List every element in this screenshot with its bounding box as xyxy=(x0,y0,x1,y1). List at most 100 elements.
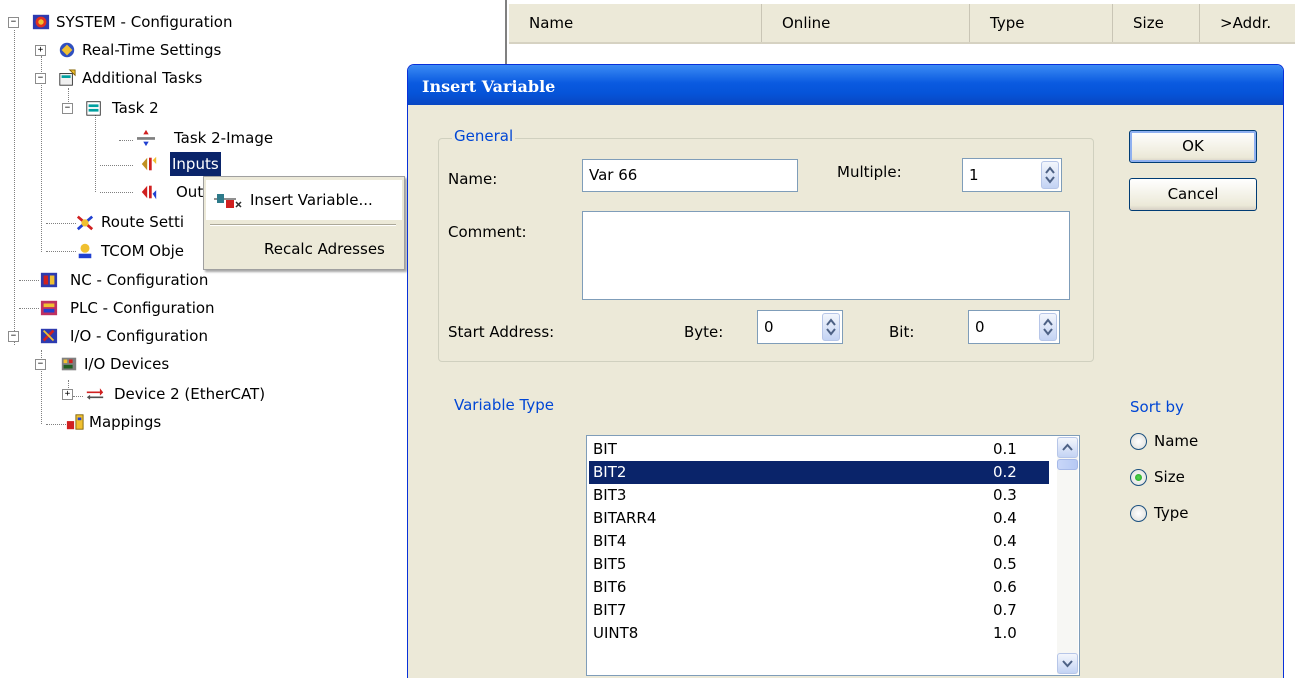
scroll-down-button[interactable] xyxy=(1057,653,1078,674)
list-item[interactable]: BIT 0.1 xyxy=(589,438,1049,461)
spin-arrows-icon[interactable] xyxy=(1041,161,1059,189)
column-header-name[interactable]: Name xyxy=(509,4,762,42)
type-name: BIT4 xyxy=(593,532,627,550)
tree-item-label: Inputs xyxy=(170,152,221,176)
comment-field[interactable] xyxy=(582,211,1070,300)
io-devices-icon xyxy=(61,357,77,371)
collapse-icon[interactable]: − xyxy=(8,331,19,342)
name-label: Name: xyxy=(448,170,498,188)
multiple-stepper[interactable]: 1 xyxy=(962,158,1062,192)
tree-item-label: NC - Configuration xyxy=(70,271,209,289)
menu-item-label: Insert Variable... xyxy=(250,191,373,209)
general-group-title: General xyxy=(452,127,516,145)
tree-item-outputs[interactable]: Out xyxy=(0,180,203,204)
tree-item-system-configuration[interactable]: − SYSTEM - Configuration xyxy=(0,10,300,34)
list-item[interactable]: BITARR4 0.4 xyxy=(589,507,1049,530)
list-item[interactable]: BIT6 0.6 xyxy=(589,576,1049,599)
bit-label: Bit: xyxy=(889,323,915,341)
type-name: BIT5 xyxy=(593,555,627,573)
column-header-size[interactable]: Size xyxy=(1113,4,1200,42)
ok-button[interactable]: OK xyxy=(1129,130,1257,163)
sort-by-name-option[interactable]: Name xyxy=(1130,430,1240,454)
list-item[interactable]: BIT3 0.3 xyxy=(589,484,1049,507)
cancel-button[interactable]: Cancel xyxy=(1129,178,1257,211)
tree-item-inputs[interactable]: Inputs xyxy=(0,152,300,176)
byte-stepper[interactable]: 0 xyxy=(757,310,843,344)
type-size: 0.1 xyxy=(993,440,1017,458)
dialog-title[interactable]: Insert Variable xyxy=(408,65,1283,105)
type-name: BIT7 xyxy=(593,601,627,619)
expand-icon[interactable]: + xyxy=(35,45,46,56)
tree-item-io-configuration[interactable]: − I/O - Configuration xyxy=(0,324,300,348)
menu-item-recalc-adresses[interactable]: Recalc Adresses xyxy=(206,229,402,269)
realtime-settings-icon xyxy=(59,42,75,58)
ethercat-device-icon xyxy=(86,388,104,400)
task-image-icon xyxy=(137,129,155,147)
bit-value: 0 xyxy=(975,318,985,336)
tree-item-task-2[interactable]: − Task 2 xyxy=(0,96,300,120)
tree-item-realtime-settings[interactable]: + Real-Time Settings xyxy=(0,38,300,62)
list-item[interactable]: BIT4 0.4 xyxy=(589,530,1049,553)
tree-item-mappings[interactable]: Mappings xyxy=(0,410,300,434)
list-item[interactable]: UINT8 1.0 xyxy=(589,622,1049,645)
variable-type-title: Variable Type xyxy=(452,396,556,414)
radio-button-selected[interactable] xyxy=(1130,469,1147,486)
expand-icon[interactable]: + xyxy=(62,389,73,400)
list-item-selected[interactable]: BIT2 0.2 xyxy=(589,461,1049,484)
list-item[interactable]: BIT5 0.5 xyxy=(589,553,1049,576)
spin-arrows-icon[interactable] xyxy=(1039,313,1057,341)
tree-item-additional-tasks[interactable]: − Additional Tasks xyxy=(0,66,300,90)
bit-stepper[interactable]: 0 xyxy=(968,310,1060,344)
tree-item-label: I/O - Configuration xyxy=(70,327,208,345)
sort-by-type-option[interactable]: Type xyxy=(1130,502,1240,526)
tree-item-io-devices[interactable]: − I/O Devices xyxy=(0,352,300,376)
scroll-up-button[interactable] xyxy=(1057,437,1078,458)
radio-label: Name xyxy=(1154,432,1199,450)
tree-item-device-2-ethercat[interactable]: + Device 2 (EtherCAT) xyxy=(0,382,340,406)
tree-item-label: SYSTEM - Configuration xyxy=(56,13,233,31)
tree-item-tcom-objects[interactable]: TCOM Obje xyxy=(0,239,200,263)
radio-button[interactable] xyxy=(1130,433,1147,450)
task-icon xyxy=(86,101,101,116)
scroll-thumb[interactable] xyxy=(1057,459,1078,470)
sort-by-title: Sort by xyxy=(1130,398,1184,416)
type-size: 1.0 xyxy=(993,624,1017,642)
dialog-body: General Name: Var 66 Multiple: 1 Comment… xyxy=(412,105,1279,678)
type-size: 0.7 xyxy=(993,601,1017,619)
nc-config-icon xyxy=(40,272,58,288)
spin-arrows-icon[interactable] xyxy=(822,313,840,341)
sort-by-size-option[interactable]: Size xyxy=(1130,466,1240,490)
multiple-label: Multiple: xyxy=(837,163,902,181)
menu-item-insert-variable[interactable]: Insert Variable... xyxy=(206,180,402,220)
collapse-icon[interactable]: − xyxy=(35,73,46,84)
tree-item-route-settings[interactable]: Route Setti xyxy=(0,210,200,234)
tree-item-nc-configuration[interactable]: NC - Configuration xyxy=(0,268,300,292)
radio-button[interactable] xyxy=(1130,505,1147,522)
name-field[interactable]: Var 66 xyxy=(582,159,798,192)
inputs-icon xyxy=(141,156,157,171)
tree-item-label: Route Setti xyxy=(101,213,184,231)
type-name: UINT8 xyxy=(593,624,639,642)
menu-item-label: Recalc Adresses xyxy=(264,240,385,258)
mappings-icon xyxy=(66,414,84,430)
list-item[interactable]: BIT7 0.7 xyxy=(589,599,1049,622)
variable-type-list[interactable]: BIT 0.1 BIT2 0.2 BIT3 0.3 BITARR4 0.4 BIT4 0.… xyxy=(586,435,1080,676)
route-settings-icon xyxy=(76,215,94,231)
io-config-icon xyxy=(40,328,58,344)
system-config-icon xyxy=(32,14,50,30)
collapse-icon[interactable]: − xyxy=(35,359,46,370)
collapse-icon[interactable]: − xyxy=(8,17,19,28)
tree-item-task-2-image[interactable]: Task 2-Image xyxy=(0,126,300,150)
column-header-type[interactable]: Type xyxy=(970,4,1113,42)
tree-item-label: Mappings xyxy=(89,413,162,431)
additional-tasks-icon xyxy=(59,69,76,86)
context-menu: Insert Variable... Recalc Adresses xyxy=(203,176,405,270)
type-size: 0.4 xyxy=(993,509,1017,527)
tree-item-plc-configuration[interactable]: PLC - Configuration xyxy=(0,296,300,320)
list-scrollbar[interactable] xyxy=(1057,437,1078,674)
byte-value: 0 xyxy=(764,318,774,336)
column-header-address[interactable]: >Addr. xyxy=(1200,4,1295,42)
column-header-online[interactable]: Online xyxy=(762,4,970,42)
tree-item-label: Task 2 xyxy=(112,99,159,117)
collapse-icon[interactable]: − xyxy=(62,103,73,114)
